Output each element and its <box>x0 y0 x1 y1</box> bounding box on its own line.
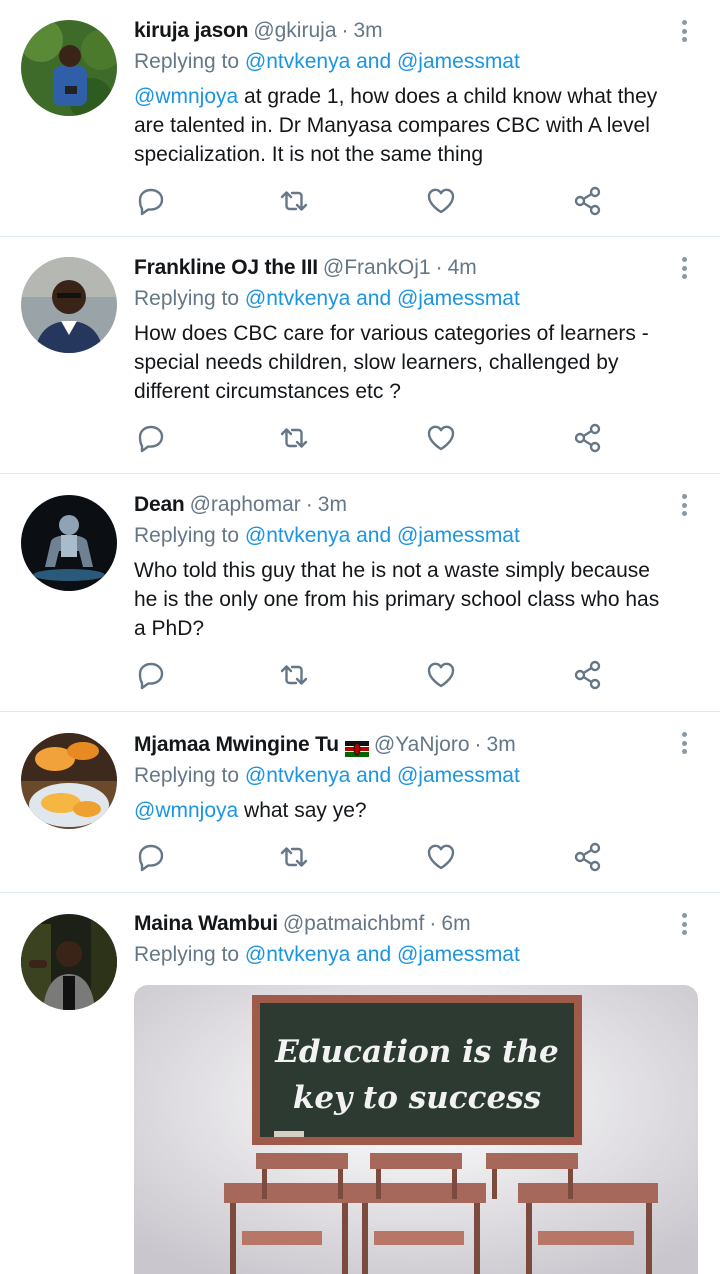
reply-icon[interactable] <box>134 421 168 455</box>
tweet-text-line: Who told this guy that he is not a waste… <box>134 559 650 582</box>
tweet[interactable]: Frankline OJ the III @FrankOj1 · 4m Repl… <box>0 237 720 474</box>
avatar[interactable] <box>21 20 117 116</box>
timestamp[interactable]: 4m <box>448 254 477 282</box>
avatar[interactable] <box>21 495 117 591</box>
replying-to-label: Replying to <box>134 943 240 966</box>
replying-to: Replying to @ntvkenya and @jamessmat <box>134 762 680 790</box>
replying-to-users[interactable]: @ntvkenya and @jamessmat <box>245 50 520 73</box>
separator: · <box>435 256 443 279</box>
timestamp[interactable]: 6m <box>441 910 470 938</box>
heart-icon[interactable] <box>424 184 458 218</box>
author-name[interactable]: kiruja jason <box>134 17 249 45</box>
replying-to: Replying to @ntvkenya and @jamessmat <box>134 285 680 313</box>
replying-to-label: Replying to <box>134 50 240 73</box>
replying-to-users[interactable]: @ntvkenya and @jamessmat <box>245 524 520 547</box>
tweet-text-line: what say ye? <box>244 799 367 822</box>
tweet-text-line: different circumstances etc ? <box>134 380 401 403</box>
timestamp[interactable]: 3m <box>354 17 383 45</box>
timestamp[interactable]: 3m <box>487 731 516 759</box>
reply-icon[interactable] <box>134 658 168 692</box>
author-handle[interactable]: @FrankOj1 <box>323 254 431 282</box>
tweet-text: How does CBC care for various categories… <box>134 319 680 406</box>
heart-icon[interactable] <box>424 421 458 455</box>
separator: · <box>429 912 437 935</box>
timestamp[interactable]: 3m <box>318 491 347 519</box>
replying-to-users[interactable]: @ntvkenya and @jamessmat <box>245 764 520 787</box>
mention-link[interactable]: @wmnjoya <box>134 85 238 108</box>
timeline-feed: kiruja jason @gkiruja · 3m Replying to @… <box>0 0 720 1274</box>
author-name[interactable]: Maina Wambui <box>134 910 278 938</box>
replying-to-users[interactable]: @ntvkenya and @jamessmat <box>245 943 520 966</box>
tweet-actions <box>134 184 614 218</box>
tweet-actions <box>134 658 614 692</box>
tweet[interactable]: kiruja jason @gkiruja · 3m Replying to @… <box>0 0 720 237</box>
tweet-text-line: are talented in. Dr Manyasa compares CBC… <box>134 114 650 137</box>
retweet-icon[interactable] <box>277 421 311 455</box>
separator: · <box>341 19 349 42</box>
tweet-media-image[interactable]: Education is the key to success <box>134 985 698 1274</box>
share-icon[interactable] <box>571 184 605 218</box>
avatar[interactable] <box>21 914 117 1010</box>
tweet-text-line: How does CBC care for various categories… <box>134 322 649 345</box>
retweet-icon[interactable] <box>277 658 311 692</box>
kenya-flag-icon <box>344 737 369 757</box>
tweet-text-line: a PhD? <box>134 617 205 640</box>
author-handle[interactable]: @raphomar <box>190 491 301 519</box>
replying-to-label: Replying to <box>134 287 240 310</box>
tweet-text-line: special needs children, slow learners, c… <box>134 351 619 374</box>
mention-link[interactable]: @wmnjoya <box>134 799 238 822</box>
board-text-line-2: key to success <box>293 1080 541 1116</box>
reply-icon[interactable] <box>134 184 168 218</box>
tweet-text-line: at grade 1, how does a child know what t… <box>244 85 658 108</box>
reply-icon[interactable] <box>134 840 168 874</box>
replying-to: Replying to @ntvkenya and @jamessmat <box>134 941 680 969</box>
retweet-icon[interactable] <box>277 840 311 874</box>
heart-icon[interactable] <box>424 840 458 874</box>
share-icon[interactable] <box>571 421 605 455</box>
author-name[interactable]: Mjamaa Mwingine Tu <box>134 731 339 759</box>
replying-to-users[interactable]: @ntvkenya and @jamessmat <box>245 287 520 310</box>
author-handle[interactable]: @YaNjoro <box>374 731 470 759</box>
tweet-actions <box>134 421 614 455</box>
replying-to: Replying to @ntvkenya and @jamessmat <box>134 522 680 550</box>
heart-icon[interactable] <box>424 658 458 692</box>
tweet-text-line: he is the only one from his primary scho… <box>134 588 660 611</box>
replying-to-label: Replying to <box>134 524 240 547</box>
board-text-line-1: Education is the <box>274 1034 559 1070</box>
tweet-text: @wmnjoya what say ye? <box>134 796 680 825</box>
avatar[interactable] <box>21 733 117 829</box>
tweet-text-line: specialization. It is not the same thing <box>134 143 484 166</box>
share-icon[interactable] <box>571 840 605 874</box>
author-handle[interactable]: @gkiruja <box>253 17 336 45</box>
tweet[interactable]: Maina Wambui @patmaichbmf · 6m Replying … <box>0 893 720 1274</box>
tweet[interactable]: Dean @raphomar · 3m Replying to @ntvkeny… <box>0 474 720 712</box>
replying-to: Replying to @ntvkenya and @jamessmat <box>134 48 680 76</box>
tweet-text: @wmnjoya at grade 1, how does a child kn… <box>134 82 680 169</box>
retweet-icon[interactable] <box>277 184 311 218</box>
author-name[interactable]: Frankline OJ the III <box>134 254 318 282</box>
tweet[interactable]: Mjamaa Mwingine Tu @YaNjoro · 3m Replyin… <box>0 712 720 893</box>
author-name[interactable]: Dean <box>134 491 185 519</box>
author-handle[interactable]: @patmaichbmf <box>283 910 425 938</box>
replying-to-label: Replying to <box>134 764 240 787</box>
separator: · <box>474 733 482 756</box>
share-icon[interactable] <box>571 658 605 692</box>
tweet-actions <box>134 840 614 874</box>
separator: · <box>305 493 313 516</box>
blackboard <box>260 1003 574 1137</box>
avatar[interactable] <box>21 257 117 353</box>
tweet-text: Who told this guy that he is not a waste… <box>134 556 680 643</box>
